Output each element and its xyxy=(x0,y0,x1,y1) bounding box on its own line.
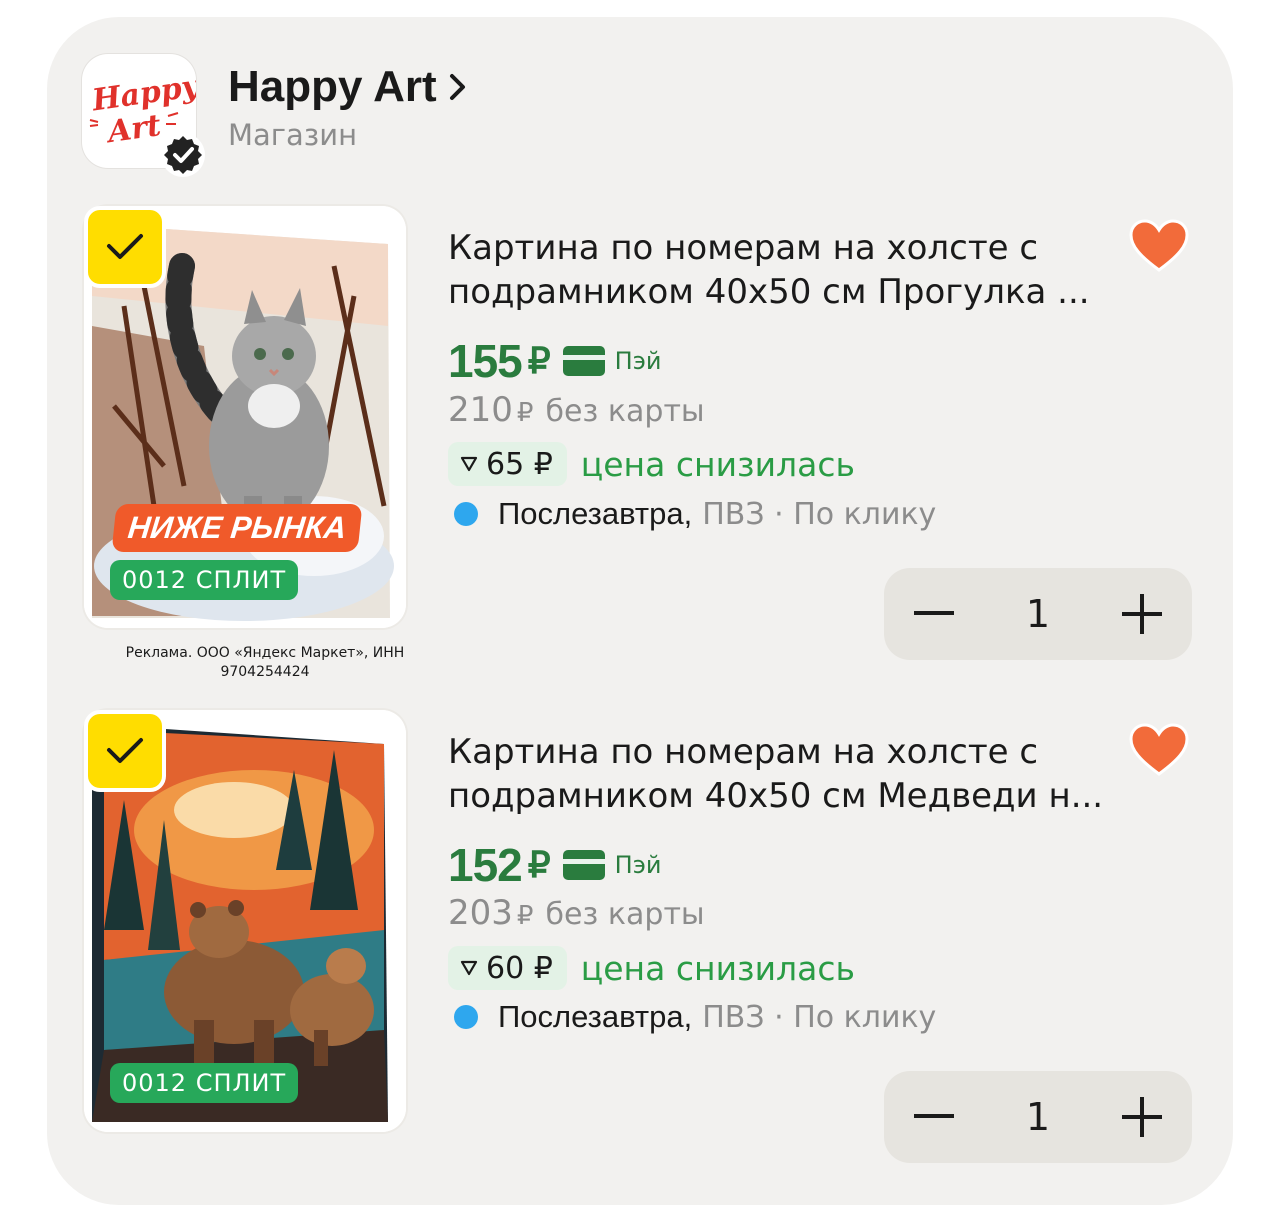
increment-button[interactable] xyxy=(1092,568,1192,660)
triangle-down-icon xyxy=(460,456,478,472)
old-price-currency: ₽ xyxy=(516,398,534,428)
select-checkbox[interactable] xyxy=(84,710,166,792)
price-value: 155 xyxy=(448,335,523,387)
triangle-down-icon xyxy=(460,960,478,976)
plus-icon xyxy=(1122,1097,1162,1137)
delivery-row: Послезавтра, ПВЗ · По клику xyxy=(448,999,936,1035)
old-price-row: 210 ₽ без карты xyxy=(448,390,705,430)
old-price-label: без карты xyxy=(545,897,705,932)
product-title[interactable]: Картина по номерам на холсте с подрамник… xyxy=(448,226,1108,314)
price-drop-amount: 60 ₽ xyxy=(486,950,553,986)
delivery-dot-icon xyxy=(454,502,478,526)
shop-name-link[interactable]: Happy Art xyxy=(228,62,469,112)
checkmark-icon xyxy=(107,738,143,763)
pay-label: Пэй xyxy=(614,851,662,879)
delivery-dot-icon xyxy=(454,1005,478,1029)
delivery-day: Послезавтра, xyxy=(498,496,693,531)
price-drop-amount: 65 ₽ xyxy=(486,446,553,482)
pay-card-icon xyxy=(562,346,605,376)
old-price-label: без карты xyxy=(545,394,705,429)
price-currency: ₽ xyxy=(527,340,551,381)
plus-icon xyxy=(1122,594,1162,634)
minus-icon xyxy=(914,611,954,615)
price-value: 152 xyxy=(448,839,523,891)
delivery-row: Послезавтра, ПВЗ · По клику xyxy=(448,496,936,532)
shop-subtitle: Магазин xyxy=(228,118,358,152)
price-drop-pill: 65 ₽ xyxy=(448,442,567,486)
favorite-heart-icon[interactable] xyxy=(1128,218,1190,274)
split-badge: 0012 СПЛИТ xyxy=(110,560,299,600)
product-title[interactable]: Картина по номерам на холсте с подрамник… xyxy=(448,730,1108,818)
split-badge: 0012 СПЛИТ xyxy=(110,1063,299,1103)
verified-badge-icon xyxy=(161,133,205,177)
increment-button[interactable] xyxy=(1092,1071,1192,1163)
ad-disclaimer: Реклама. ООО «Яндекс Маркет», ИНН 970425… xyxy=(125,645,405,680)
price-drop-pill: 60 ₽ xyxy=(448,946,567,990)
delivery-day: Послезавтра, xyxy=(498,999,693,1034)
price-row: 152 ₽ Пэй xyxy=(448,838,661,892)
pay-label: Пэй xyxy=(614,347,662,375)
quantity-value: 1 xyxy=(1025,592,1051,636)
checkmark-icon xyxy=(107,234,143,259)
pay-card-icon xyxy=(562,850,605,880)
delivery-details: ПВЗ · По клику xyxy=(702,999,937,1035)
minus-icon xyxy=(914,1114,954,1118)
delivery-details: ПВЗ · По клику xyxy=(702,496,937,532)
old-price-currency: ₽ xyxy=(516,901,534,931)
select-checkbox[interactable] xyxy=(84,206,166,288)
shop-name: Happy Art xyxy=(228,62,437,111)
price-drop-row: 60 ₽ цена снизилась xyxy=(448,946,855,990)
logo-text-art: Art xyxy=(103,108,163,150)
decrement-button[interactable] xyxy=(884,1071,984,1163)
favorite-heart-icon[interactable] xyxy=(1128,722,1190,778)
chevron-right-icon xyxy=(449,74,465,100)
price-drop-label: цена снизилась xyxy=(580,444,855,484)
quantity-stepper: 1 xyxy=(884,1071,1192,1163)
quantity-stepper: 1 xyxy=(884,568,1192,660)
price-currency: ₽ xyxy=(527,844,551,885)
old-price-row: 203 ₽ без карты xyxy=(448,893,705,933)
quantity-value: 1 xyxy=(1025,1095,1051,1139)
below-market-badge: НИЖЕ РЫНКА xyxy=(111,504,363,552)
old-price-value: 210 xyxy=(448,390,513,430)
old-price-value: 203 xyxy=(448,893,513,933)
price-row: 155 ₽ Пэй xyxy=(448,334,661,388)
decrement-button[interactable] xyxy=(884,568,984,660)
price-drop-row: 65 ₽ цена снизилась xyxy=(448,442,855,486)
price-drop-label: цена снизилась xyxy=(580,948,855,988)
